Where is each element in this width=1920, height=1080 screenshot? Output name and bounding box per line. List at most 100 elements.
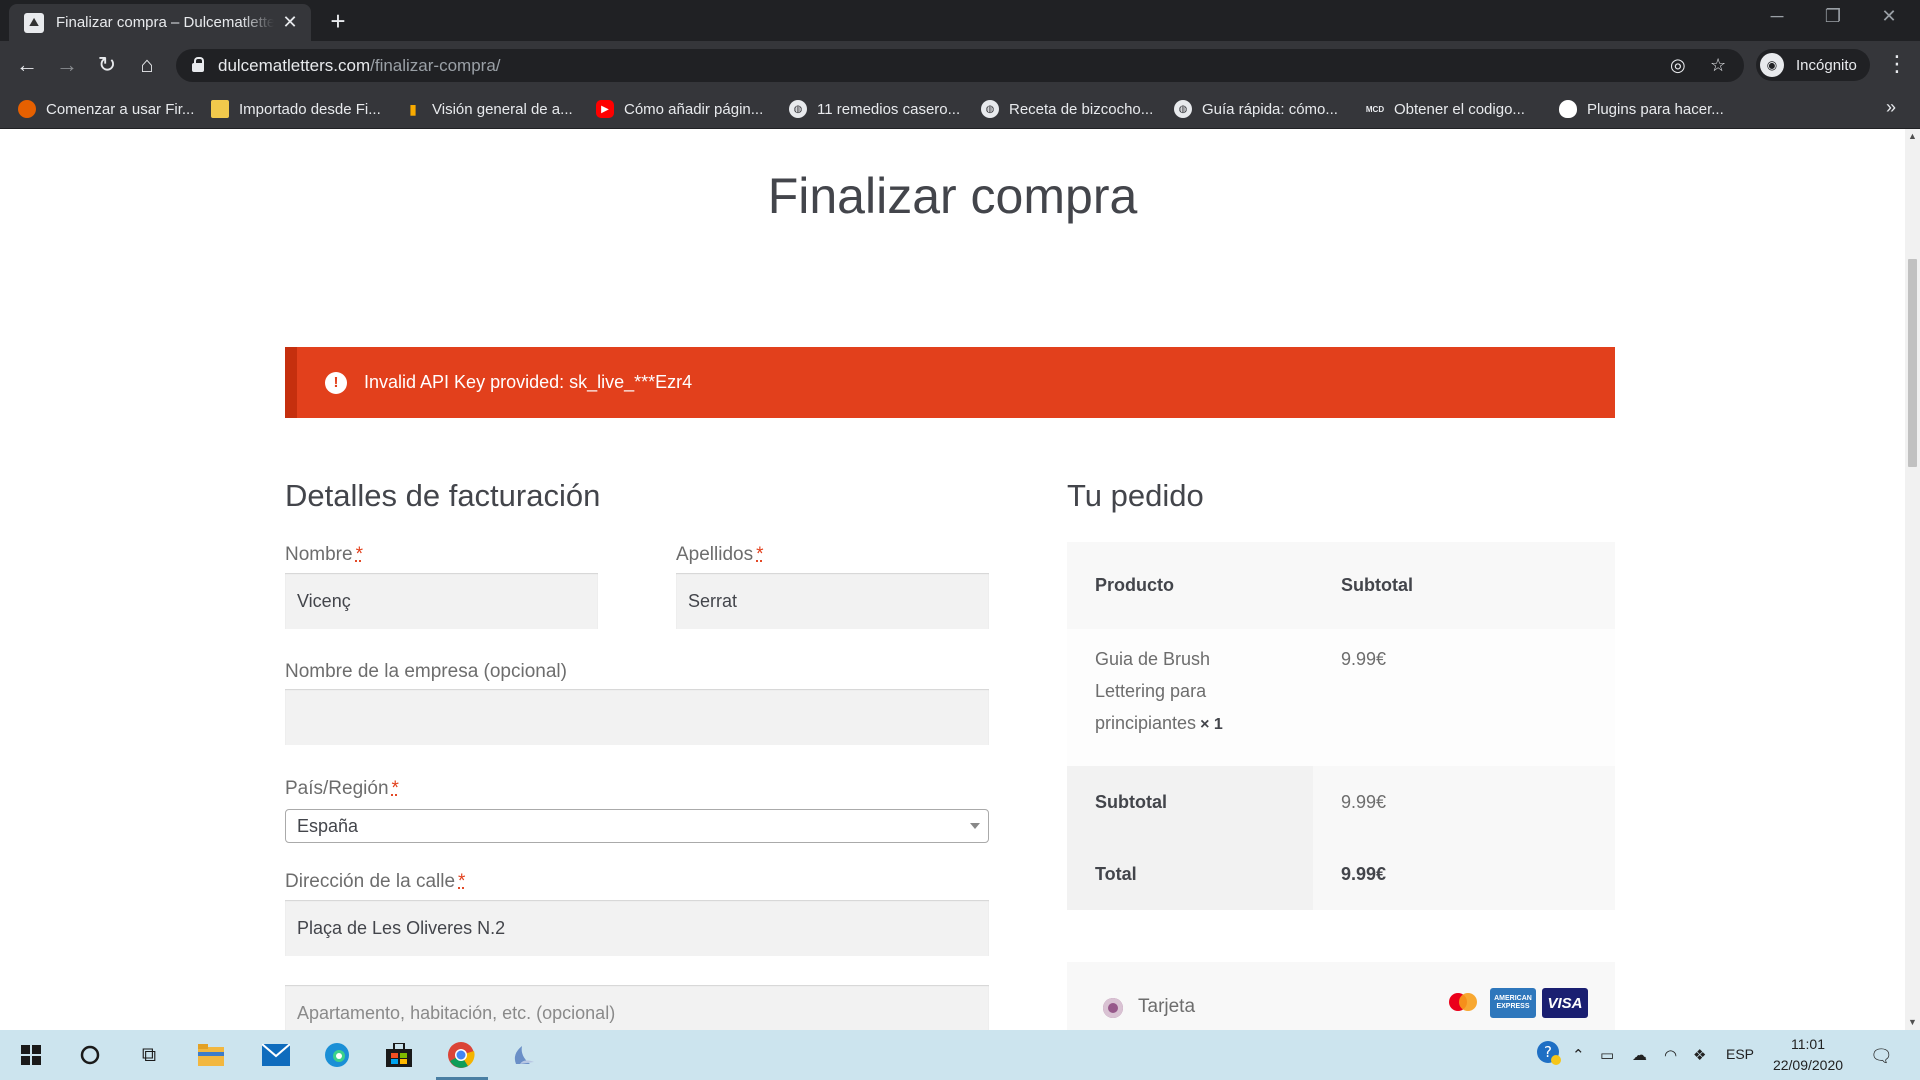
order-item-name: Guia de Brush Lettering para principiant… — [1095, 649, 1223, 733]
restore-icon[interactable]: ❐ — [1818, 6, 1848, 27]
order-table: Producto Subtotal Guia de Brush Letterin… — [1067, 542, 1615, 910]
subtotal-row: Subtotal 9.99€ — [1067, 766, 1615, 838]
order-item-qty: × 1 — [1200, 716, 1223, 733]
mastercard-icon — [1445, 988, 1481, 1018]
bookmark-item[interactable]: ▶ Cómo añadir págin... — [596, 89, 763, 129]
exclamation-icon: ! — [325, 371, 347, 394]
payment-method-label[interactable]: Tarjeta — [1138, 996, 1195, 1018]
street-field[interactable] — [285, 900, 989, 956]
total-value: 9.99€ — [1313, 838, 1615, 910]
back-icon[interactable]: ← — [13, 51, 41, 79]
egg-icon — [1559, 100, 1577, 118]
globe-icon: ◍ — [981, 100, 999, 118]
street-label: Dirección de la calle * — [285, 871, 466, 892]
app-icon[interactable] — [508, 1040, 538, 1070]
bookmark-item[interactable]: ◍ Guía rápida: cómo... — [1174, 89, 1338, 129]
tab-close-icon[interactable]: ✕ — [280, 12, 300, 33]
first-name-label: Nombre * — [285, 544, 363, 565]
wifi-icon[interactable]: ◠ — [1664, 1046, 1677, 1064]
mail-icon[interactable] — [261, 1040, 291, 1070]
bookmark-item[interactable]: Plugins para hacer... — [1559, 89, 1724, 129]
help-icon[interactable]: ? — [1536, 1040, 1562, 1070]
order-title: Tu pedido — [1067, 478, 1204, 513]
incognito-badge[interactable]: ◉ Incógnito — [1756, 49, 1870, 81]
order-table-header: Producto Subtotal — [1067, 542, 1615, 629]
minimize-icon[interactable]: ─ — [1762, 6, 1792, 27]
onedrive-icon[interactable]: ☁ — [1632, 1046, 1647, 1064]
search-icon[interactable] — [75, 1040, 105, 1070]
visa-icon: VISA — [1542, 988, 1588, 1018]
payment-radio-card[interactable] — [1103, 998, 1123, 1018]
language-indicator[interactable]: ESP — [1726, 1046, 1754, 1062]
bookmark-item[interactable]: ▮ Visión general de a... — [404, 89, 573, 129]
analytics-icon: ▮ — [409, 100, 417, 117]
new-tab-button[interactable]: + — [325, 6, 351, 37]
scroll-thumb[interactable] — [1908, 259, 1917, 467]
windows-taskbar: ⧉ ? ⌃ ▭ ☁ ◠ ❖ ESP 11:01 22/09/2020 🗨 — [0, 1030, 1920, 1080]
payment-methods: Tarjeta AMERICAN EXPRESS VISA — [1067, 962, 1615, 1030]
file-explorer-icon[interactable] — [196, 1040, 226, 1070]
scroll-down-icon[interactable]: ▼ — [1908, 1017, 1917, 1027]
site-favicon-icon: ⛰ — [24, 12, 44, 33]
home-icon[interactable]: ⌂ — [133, 51, 161, 79]
store-icon[interactable] — [384, 1040, 414, 1070]
browser-tabstrip: ⛰ Finalizar compra – Dulcematletters ✕ +… — [0, 0, 1920, 41]
bookmark-item[interactable]: MCD Obtener el codigo... — [1366, 89, 1525, 129]
subtotal-label: Subtotal — [1067, 766, 1313, 838]
incognito-icon: ◉ — [1760, 53, 1784, 77]
total-label: Total — [1067, 838, 1313, 910]
edge-icon[interactable] — [322, 1040, 352, 1070]
last-name-label: Apellidos * — [676, 544, 764, 565]
show-hidden-icons-icon[interactable]: ⌃ — [1572, 1046, 1585, 1064]
folder-icon — [211, 100, 229, 118]
battery-icon[interactable]: ▭ — [1600, 1046, 1614, 1064]
page-scrollbar[interactable]: ▲ ▼ — [1905, 129, 1920, 1030]
system-clock[interactable]: 11:01 22/09/2020 — [1768, 1034, 1848, 1076]
tracking-blocked-icon[interactable]: ◎ — [1670, 55, 1686, 76]
bookmark-item[interactable]: Comenzar a usar Fir... — [18, 89, 194, 129]
close-window-icon[interactable]: ✕ — [1874, 6, 1904, 27]
bookmark-item[interactable]: ◍ 11 remedios casero... — [789, 89, 960, 129]
mcd-icon: MCD — [1365, 104, 1385, 114]
company-label: Nombre de la empresa (opcional) — [285, 661, 567, 682]
country-select[interactable]: España — [285, 809, 989, 843]
apartment-field[interactable] — [285, 985, 989, 1030]
subtotal-column-header: Subtotal — [1341, 575, 1413, 595]
reload-icon[interactable]: ↻ — [93, 51, 121, 79]
page-content: Finalizar compra ! Invalid API Key provi… — [0, 129, 1905, 1030]
order-item-price: 9.99€ — [1341, 649, 1387, 669]
scroll-up-icon[interactable]: ▲ — [1908, 131, 1917, 141]
chevron-down-icon — [970, 823, 980, 829]
bookmarks-overflow-icon[interactable]: » — [1886, 97, 1896, 118]
browser-tab[interactable]: ⛰ Finalizar compra – Dulcematletters ✕ — [9, 4, 311, 41]
task-view-icon[interactable]: ⧉ — [134, 1040, 164, 1070]
error-alert: ! Invalid API Key provided: sk_live_***E… — [285, 347, 1615, 418]
browser-toolbar: ← → ↻ ⌂ dulcematletters.com/finalizar-co… — [0, 41, 1920, 89]
total-row: Total 9.99€ — [1067, 838, 1615, 910]
bookmark-item[interactable]: ◍ Receta de bizcocho... — [981, 89, 1153, 129]
notifications-icon[interactable]: 🗨 — [1870, 1046, 1893, 1067]
bookmark-item[interactable]: Importado desde Fi... — [211, 89, 381, 129]
company-field[interactable] — [285, 689, 989, 745]
address-bar[interactable]: dulcematletters.com/finalizar-compra/ ◎ … — [176, 49, 1744, 82]
page-title: Finalizar compra — [767, 168, 1138, 224]
table-row: Guia de Brush Lettering para principiant… — [1067, 629, 1615, 766]
globe-icon: ◍ — [789, 100, 807, 118]
browser-menu-icon[interactable]: ⋮ — [1886, 51, 1908, 77]
chrome-icon[interactable] — [446, 1040, 476, 1070]
first-name-field[interactable] — [285, 573, 598, 629]
windows-start-icon[interactable] — [16, 1040, 46, 1070]
svg-text:?: ? — [1544, 1043, 1552, 1061]
forward-icon[interactable]: → — [53, 51, 81, 79]
amex-icon: AMERICAN EXPRESS — [1490, 988, 1536, 1018]
product-column-header: Producto — [1095, 575, 1174, 595]
globe-icon: ◍ — [1174, 100, 1192, 118]
dropbox-icon[interactable]: ❖ — [1693, 1046, 1706, 1064]
billing-title: Detalles de facturación — [285, 478, 601, 513]
last-name-field[interactable] — [676, 573, 989, 629]
lock-icon[interactable] — [192, 57, 204, 72]
subtotal-value: 9.99€ — [1313, 766, 1615, 838]
bookmarks-bar: Comenzar a usar Fir... Importado desde F… — [0, 89, 1920, 129]
alert-message: Invalid API Key provided: sk_live_***Ezr… — [364, 372, 693, 392]
bookmark-star-icon[interactable]: ☆ — [1710, 55, 1726, 76]
